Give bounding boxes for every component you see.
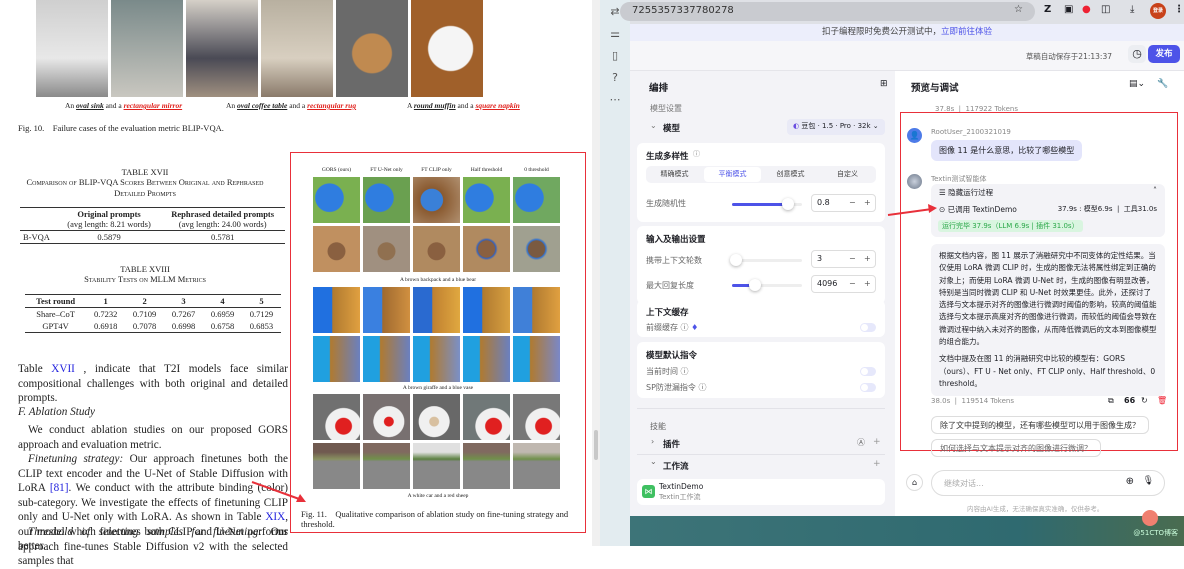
arrow-to-fig11 xyxy=(251,481,303,501)
arrow-to-tool-call xyxy=(887,208,933,216)
annotation-arrows xyxy=(251,204,937,502)
arrowhead-tool-call xyxy=(928,204,937,213)
